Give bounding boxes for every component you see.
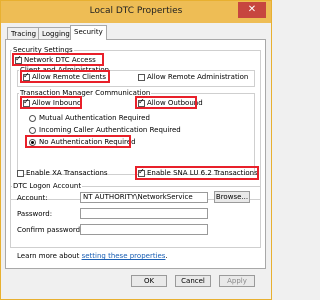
ok-button[interactable]: OK bbox=[131, 275, 167, 287]
tab-logging[interactable]: Logging bbox=[38, 27, 74, 39]
allow-remote-clients-highlight bbox=[20, 70, 110, 83]
enable-sna-highlight bbox=[135, 166, 259, 180]
network-dtc-highlight bbox=[12, 53, 104, 66]
password-field[interactable] bbox=[80, 208, 208, 219]
allow-outbound-highlight bbox=[135, 96, 197, 109]
mutual-auth-radio[interactable] bbox=[29, 115, 36, 122]
tab-security[interactable]: Security bbox=[70, 25, 107, 40]
allow-remote-admin-checkbox[interactable] bbox=[138, 74, 145, 81]
allow-remote-admin-label: Allow Remote Administration bbox=[147, 73, 249, 81]
learn-more-text: Learn more about setting these propertie… bbox=[17, 252, 168, 261]
confirm-password-field[interactable] bbox=[80, 224, 208, 235]
browse-button[interactable]: Browse... bbox=[214, 191, 250, 203]
confirm-password-label: Confirm password: bbox=[17, 226, 83, 234]
logon-account-label: DTC Logon Account bbox=[12, 182, 83, 190]
incoming-auth-radio[interactable] bbox=[29, 127, 36, 134]
allow-inbound-highlight bbox=[20, 96, 82, 109]
dtc-properties-window: Local DTC Properties ✕ Tracing Logging S… bbox=[0, 0, 272, 300]
learn-more-link[interactable]: setting these properties bbox=[82, 252, 166, 260]
enable-xa-checkbox[interactable] bbox=[17, 170, 24, 177]
title-bar[interactable]: Local DTC Properties ✕ bbox=[1, 1, 271, 23]
learn-more-prefix: Learn more about bbox=[17, 252, 82, 260]
incoming-auth-label: Incoming Caller Authentication Required bbox=[39, 126, 181, 134]
learn-more-suffix: . bbox=[165, 252, 168, 260]
password-label: Password: bbox=[17, 210, 53, 218]
account-field[interactable]: NT AUTHORITY\NetworkService bbox=[80, 192, 208, 203]
tab-tracing[interactable]: Tracing bbox=[7, 27, 41, 39]
close-icon: ✕ bbox=[247, 4, 257, 15]
close-button[interactable]: ✕ bbox=[238, 2, 266, 18]
apply-button[interactable]: Apply bbox=[219, 275, 255, 287]
security-panel: Security Settings Network DTC Access Cli… bbox=[5, 39, 266, 269]
enable-xa-label: Enable XA Transactions bbox=[26, 169, 108, 177]
mutual-auth-label: Mutual Authentication Required bbox=[39, 114, 150, 122]
cancel-button[interactable]: Cancel bbox=[175, 275, 211, 287]
no-auth-highlight bbox=[25, 135, 131, 148]
window-title: Local DTC Properties bbox=[89, 6, 183, 16]
account-label: Account: bbox=[17, 194, 48, 202]
